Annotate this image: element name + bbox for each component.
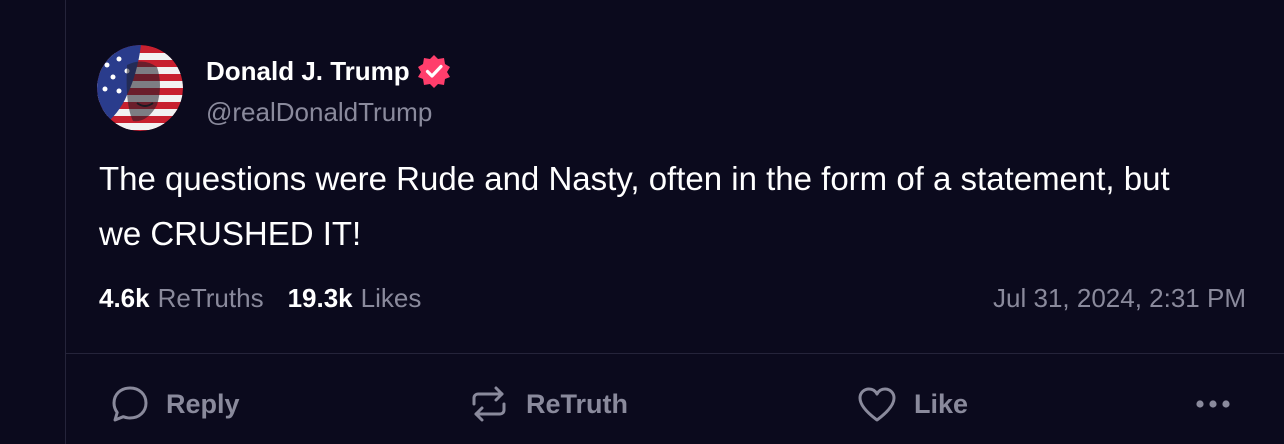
avatar[interactable] bbox=[97, 45, 183, 131]
author-handle[interactable]: @realDonaldTrump bbox=[206, 97, 432, 128]
ellipsis-icon bbox=[1194, 394, 1234, 414]
heart-icon bbox=[856, 384, 898, 424]
likes-label[interactable]: Likes bbox=[361, 283, 422, 313]
post-stats: 4.6k ReTruths 19.3k Likes bbox=[99, 283, 421, 314]
retruths-label[interactable]: ReTruths bbox=[158, 283, 264, 313]
divider bbox=[66, 353, 1284, 354]
author-display-name[interactable]: Donald J. Trump bbox=[206, 56, 410, 87]
retruths-count[interactable]: 4.6k bbox=[99, 283, 150, 313]
reply-button[interactable]: Reply bbox=[110, 382, 240, 426]
post-timestamp[interactable]: Jul 31, 2024, 2:31 PM bbox=[993, 283, 1246, 314]
more-options-button[interactable] bbox=[1194, 382, 1234, 426]
like-label: Like bbox=[914, 388, 969, 419]
retruth-icon bbox=[468, 384, 510, 424]
verified-badge-icon bbox=[416, 53, 452, 89]
avatar-image bbox=[97, 45, 183, 131]
reply-label: Reply bbox=[166, 388, 240, 419]
retruth-label: ReTruth bbox=[526, 388, 629, 419]
retruth-button[interactable]: ReTruth bbox=[468, 382, 628, 426]
likes-count[interactable]: 19.3k bbox=[288, 283, 353, 313]
reply-icon bbox=[110, 384, 150, 424]
author-name-row[interactable]: Donald J. Trump bbox=[206, 53, 452, 89]
like-button[interactable]: Like bbox=[856, 382, 968, 426]
post-text: The questions were Rude and Nasty, often… bbox=[99, 160, 1170, 252]
